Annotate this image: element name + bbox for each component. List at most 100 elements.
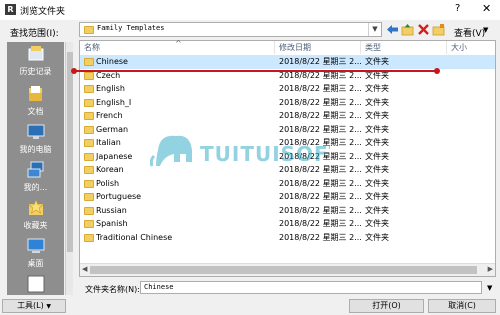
file-row[interactable]: Spanish 2018/8/22 星期三 2... 文件夹 — [80, 217, 495, 231]
file-type: 文件夹 — [365, 232, 389, 242]
place-computer[interactable]: 我的电脑 — [7, 122, 64, 162]
file-date: 2018/8/22 星期三 2... — [279, 111, 362, 120]
back-icon[interactable] — [386, 23, 399, 36]
file-date: 2018/8/22 星期三 2... — [279, 219, 362, 228]
column-size[interactable]: 大小 — [447, 41, 495, 54]
place-more[interactable] — [7, 274, 64, 294]
folder-icon — [84, 125, 94, 134]
chevron-down-icon: ▼ — [46, 303, 51, 310]
file-name: Japanese — [96, 151, 133, 161]
folder-icon — [84, 166, 94, 174]
file-type: 文件夹 — [365, 97, 389, 107]
folder-icon — [84, 98, 94, 107]
chevron-down-icon[interactable]: ▼ — [368, 23, 381, 36]
place-label: 桌面 — [27, 259, 44, 268]
tools-button[interactable]: 工具(L) ▼ — [2, 299, 66, 313]
file-date: 2018/8/22 星期三 2... — [279, 84, 362, 93]
folder-icon — [84, 193, 94, 201]
file-type: 文件夹 — [365, 84, 389, 93]
place-favorites[interactable]: 收藏夹 — [7, 198, 64, 238]
file-name: English — [96, 84, 125, 93]
place-label: 历史记录 — [19, 67, 52, 76]
up-folder-icon[interactable] — [401, 23, 414, 36]
folder-icon — [84, 26, 94, 34]
folder-icon — [84, 233, 94, 242]
favorites-icon — [26, 198, 46, 218]
file-date: 2018/8/22 星期三 2... — [279, 97, 362, 107]
file-type: 文件夹 — [365, 192, 389, 201]
close-button[interactable]: ✕ — [482, 2, 491, 15]
place-history[interactable]: 历史记录 — [7, 44, 64, 84]
folder-icon — [84, 58, 94, 66]
file-name: Polish — [96, 178, 120, 188]
cancel-button[interactable]: 取消(C) — [428, 299, 496, 313]
file-date: 2018/8/22 星期三 2... — [279, 232, 362, 242]
file-row[interactable]: English_I 2018/8/22 星期三 2... 文件夹 — [80, 96, 495, 110]
file-row[interactable]: Traditional Chinese 2018/8/22 星期三 2... 文件夹 — [80, 231, 495, 245]
file-row[interactable]: French 2018/8/22 星期三 2... 文件夹 — [80, 109, 495, 123]
folder-icon — [26, 274, 46, 294]
folder-icon — [84, 139, 94, 147]
documents-icon — [26, 84, 46, 104]
file-row[interactable]: Russian 2018/8/22 星期三 2... 文件夹 — [80, 204, 495, 218]
place-documents[interactable]: 文档 — [7, 84, 64, 124]
place-label: 收藏夹 — [23, 221, 48, 230]
look-in-dropdown[interactable]: Family Templates ▼ — [79, 22, 382, 37]
annotation-dot — [71, 68, 77, 74]
watermark-text: TUITUISOFT — [200, 142, 330, 166]
file-type: 文件夹 — [365, 178, 389, 188]
file-type: 文件夹 — [365, 138, 389, 147]
file-name: Spanish — [96, 219, 128, 228]
title-bar: R 浏览文件夹 ? ✕ — [0, 0, 500, 20]
column-date[interactable]: 修改日期 — [275, 41, 361, 54]
scrollbar-thumb[interactable] — [90, 266, 477, 274]
folder-name-input[interactable]: Chinese — [140, 281, 482, 294]
file-name: English_I — [96, 97, 132, 107]
folder-icon — [84, 206, 94, 215]
file-name: French — [96, 111, 123, 120]
view-menu[interactable]: 查看(V) — [454, 26, 485, 39]
file-type: 文件夹 — [365, 124, 389, 134]
delete-icon[interactable] — [417, 23, 430, 36]
open-button[interactable]: 打开(O) — [349, 299, 424, 313]
chevron-down-icon[interactable]: ▼ — [487, 284, 492, 292]
scroll-right-icon[interactable]: ▶ — [488, 265, 493, 273]
revit-app-icon: R — [5, 4, 16, 15]
folder-name-label: 文件夹名称(N): — [85, 285, 140, 294]
look-in-label: 查找范围(I): — [10, 29, 59, 39]
folder-icon — [84, 112, 94, 120]
chevron-down-icon[interactable]: ▼ — [483, 26, 488, 34]
horizontal-scrollbar[interactable]: ◀ ▶ — [80, 263, 495, 276]
column-name[interactable]: 名称 ^ — [80, 39, 275, 54]
file-date: 2018/8/22 星期三 2... — [279, 57, 362, 66]
place-label: 文档 — [27, 107, 44, 116]
look-in-value: Family Templates — [97, 24, 165, 32]
file-type: 文件夹 — [365, 205, 389, 215]
file-row[interactable]: English 2018/8/22 星期三 2... 文件夹 — [80, 82, 495, 96]
file-name: Traditional Chinese — [96, 232, 173, 242]
file-row[interactable]: Polish 2018/8/22 星期三 2... 文件夹 — [80, 177, 495, 191]
new-folder-icon[interactable] — [432, 23, 445, 36]
file-name: Korean — [96, 165, 124, 174]
place-label: 我的... — [23, 183, 48, 192]
tools-label: 工具(L) — [17, 301, 44, 310]
file-type: 文件夹 — [365, 111, 389, 120]
file-row[interactable]: Chinese 2018/8/22 星期三 2... 文件夹 — [80, 55, 495, 69]
places-scrollbar[interactable] — [65, 42, 73, 295]
column-type[interactable]: 类型 — [361, 41, 447, 54]
file-type: 文件夹 — [365, 219, 389, 228]
scroll-left-icon[interactable]: ◀ — [82, 265, 87, 273]
file-name: Chinese — [96, 57, 128, 66]
place-desktop[interactable]: 桌面 — [7, 236, 64, 276]
place-network[interactable]: 我的... — [7, 160, 64, 200]
scrollbar-thumb[interactable] — [67, 52, 73, 252]
file-type: 文件夹 — [365, 151, 389, 161]
file-type: 文件夹 — [365, 165, 389, 174]
history-icon — [26, 44, 46, 64]
help-button[interactable]: ? — [455, 3, 460, 14]
file-type: 文件夹 — [365, 57, 389, 66]
watermark-logo: TUITUISOFT — [149, 128, 342, 174]
computer-icon — [26, 122, 46, 142]
folder-icon — [84, 152, 94, 161]
file-row[interactable]: Portuguese 2018/8/22 星期三 2... 文件夹 — [80, 190, 495, 204]
